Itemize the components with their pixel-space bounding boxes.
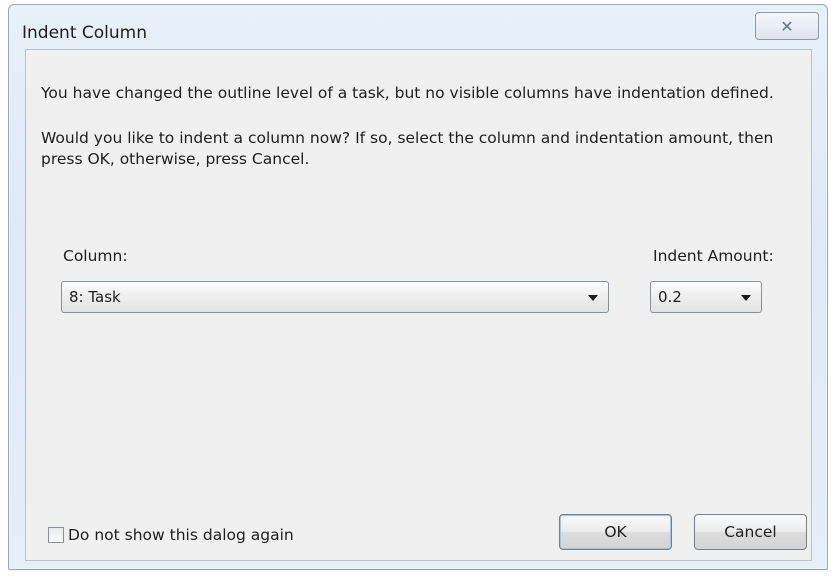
dont-show-again-label[interactable]: Do not show this dalog again <box>68 526 294 544</box>
column-dropdown[interactable]: 8: Task <box>61 281 609 313</box>
chevron-down-icon <box>741 295 751 301</box>
column-dropdown-value: 8: Task <box>69 288 121 306</box>
message-line-2: Would you like to indent a column now? I… <box>41 129 774 168</box>
dialog-body: You have changed the outline level of a … <box>25 49 812 561</box>
indent-amount-dropdown[interactable]: 0.2 <box>650 281 762 313</box>
message-line-1: You have changed the outline level of a … <box>41 84 774 102</box>
dialog-window: Indent Column ✕ You have changed the out… <box>8 4 828 570</box>
cancel-button[interactable]: Cancel <box>694 514 807 550</box>
indent-amount-value: 0.2 <box>658 288 682 306</box>
ok-button[interactable]: OK <box>559 514 672 550</box>
chevron-down-icon <box>588 295 598 301</box>
close-button[interactable]: ✕ <box>755 12 819 40</box>
column-label: Column: <box>63 247 128 265</box>
dialog-title: Indent Column <box>22 23 147 43</box>
indent-amount-label: Indent Amount: <box>653 247 774 265</box>
title-bar[interactable]: Indent Column ✕ <box>9 5 827 47</box>
dont-show-again-checkbox[interactable] <box>48 527 64 543</box>
close-icon: ✕ <box>780 16 794 36</box>
dont-show-again-row[interactable]: Do not show this dalog again <box>48 526 294 544</box>
